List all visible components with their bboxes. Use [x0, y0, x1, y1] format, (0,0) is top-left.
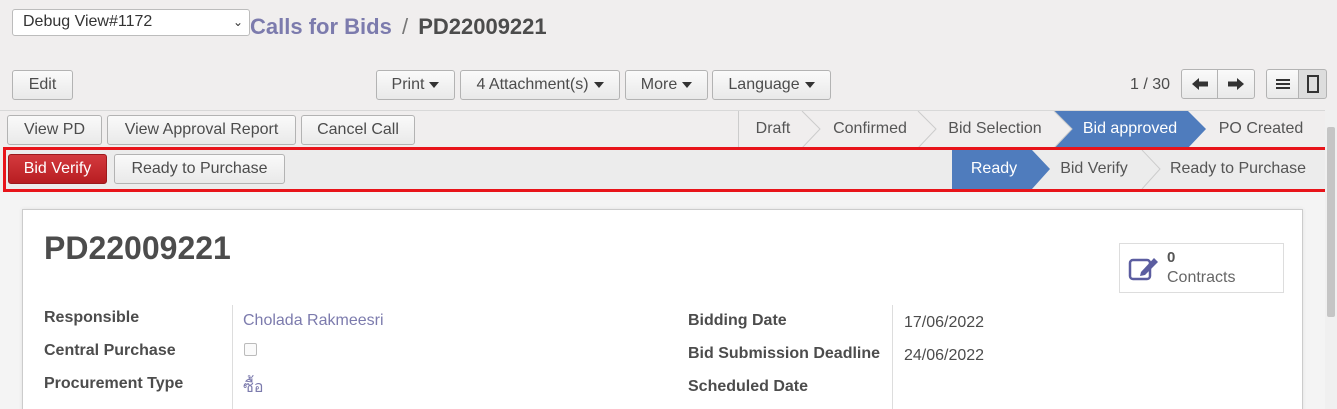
contracts-label: Contracts: [1167, 269, 1236, 286]
header-status-bar: View PD View Approval Report Cancel Call…: [0, 110, 1327, 148]
breadcrumb: Calls for Bids / PD22009221: [250, 14, 547, 40]
debug-view-value: Debug View#1172: [23, 13, 153, 30]
print-label: Print: [391, 76, 425, 93]
more-dropdown-button[interactable]: More: [625, 70, 708, 100]
divider: [232, 305, 233, 409]
bid-verify-label: Bid Verify: [23, 160, 92, 177]
stage-bid-selection[interactable]: Bid Selection: [937, 111, 1053, 147]
bidding-date-value[interactable]: 17/06/2022: [904, 314, 984, 332]
view-approval-report-label: View Approval Report: [124, 121, 279, 138]
bid-status-bar-highlight: Bid Verify Ready to Purchase Ready Bid V…: [3, 147, 1329, 192]
view-pd-button[interactable]: View PD: [7, 115, 102, 145]
form-sheet: PD22009221 0 Contracts Responsible Chola…: [22, 209, 1303, 409]
cancel-call-button[interactable]: Cancel Call: [301, 115, 415, 145]
view-approval-report-button[interactable]: View Approval Report: [107, 115, 296, 145]
responsible-value[interactable]: Cholada Rakmeesri: [243, 312, 384, 330]
bid-verify-button[interactable]: Bid Verify: [8, 154, 107, 184]
cancel-call-label: Cancel Call: [317, 121, 399, 138]
language-dropdown-button[interactable]: Language: [712, 70, 831, 100]
stage-confirmed[interactable]: Confirmed: [820, 111, 920, 147]
contracts-count: 0: [1167, 249, 1176, 266]
arrow-left-icon: [1191, 78, 1208, 90]
ready-to-purchase-button[interactable]: Ready to Purchase: [114, 154, 285, 184]
stage-po-created-label: PO Created: [1218, 120, 1304, 137]
pager-value: 1 / 30: [1130, 76, 1171, 93]
stage-bid-selection-label: Bid Selection: [948, 120, 1042, 137]
caret-down-icon: [682, 82, 693, 88]
list-icon: [1275, 79, 1290, 89]
print-dropdown-button[interactable]: Print: [376, 70, 455, 100]
stage-ready-to-purchase-label: Ready to Purchase: [1169, 160, 1307, 177]
scheduled-date-label: Scheduled Date: [688, 378, 809, 395]
chevron-down-icon: ⌄: [232, 15, 243, 29]
central-purchase-checkbox[interactable]: [244, 343, 257, 356]
view-pd-label: View PD: [23, 121, 86, 138]
list-view-button[interactable]: [1266, 69, 1299, 99]
breadcrumb-parent-link[interactable]: Calls for Bids: [250, 14, 392, 39]
more-label: More: [640, 76, 678, 93]
bid-submission-deadline-label: Bid Submission Deadline: [688, 345, 881, 362]
bidding-date-label: Bidding Date: [688, 312, 787, 329]
stage-draft-label: Draft: [755, 120, 791, 137]
divider: [892, 305, 893, 409]
breadcrumb-current: PD22009221: [418, 14, 547, 39]
stage-bid-approved[interactable]: Bid approved: [1073, 111, 1187, 147]
language-label: Language: [728, 76, 800, 93]
stage-bid-verify[interactable]: Bid Verify: [1052, 151, 1136, 187]
arrow-right-icon: [1228, 78, 1244, 90]
caret-down-icon: [804, 82, 815, 88]
caret-down-icon: [429, 82, 440, 88]
attachments-dropdown-button[interactable]: 4 Attachment(s): [460, 70, 620, 100]
caret-down-icon: [593, 82, 604, 88]
stage-draft[interactable]: Draft: [740, 111, 806, 147]
form-icon: [1306, 75, 1319, 93]
ready-to-purchase-label: Ready to Purchase: [131, 160, 268, 177]
attachments-label: 4 Attachment(s): [476, 76, 589, 93]
edit-button[interactable]: Edit: [12, 70, 73, 100]
central-purchase-label: Central Purchase: [44, 342, 176, 359]
stage-ready-to-purchase[interactable]: Ready to Purchase: [1163, 151, 1313, 187]
pager-next-button[interactable]: [1217, 69, 1255, 99]
bid-submission-deadline-value[interactable]: 24/06/2022: [904, 347, 984, 365]
stage-po-created[interactable]: PO Created: [1205, 111, 1317, 147]
stage-ready-label: Ready: [970, 160, 1018, 177]
procurement-type-value[interactable]: ซื้อ: [243, 375, 263, 400]
debug-view-select[interactable]: Debug View#1172 ⌄: [12, 9, 250, 36]
breadcrumb-separator: /: [401, 14, 409, 39]
edit-button-label: Edit: [28, 76, 57, 93]
pager-previous-button[interactable]: [1181, 69, 1218, 99]
scrollbar-thumb[interactable]: [1327, 127, 1335, 317]
stage-bid-verify-label: Bid Verify: [1060, 160, 1128, 177]
procurement-type-label: Procurement Type: [44, 375, 184, 392]
stage-confirmed-label: Confirmed: [833, 120, 907, 137]
stage-bid-approved-label: Bid approved: [1082, 120, 1178, 137]
control-panel: Debug View#1172 ⌄ Calls for Bids / PD220…: [0, 0, 1337, 110]
edit-document-icon: [1128, 258, 1158, 281]
responsible-label: Responsible: [44, 309, 140, 326]
contracts-smart-button[interactable]: 0 Contracts: [1119, 243, 1284, 293]
form-view-button[interactable]: [1298, 69, 1327, 99]
stage-ready[interactable]: Ready: [952, 151, 1036, 187]
document-title: PD22009221: [44, 230, 231, 266]
